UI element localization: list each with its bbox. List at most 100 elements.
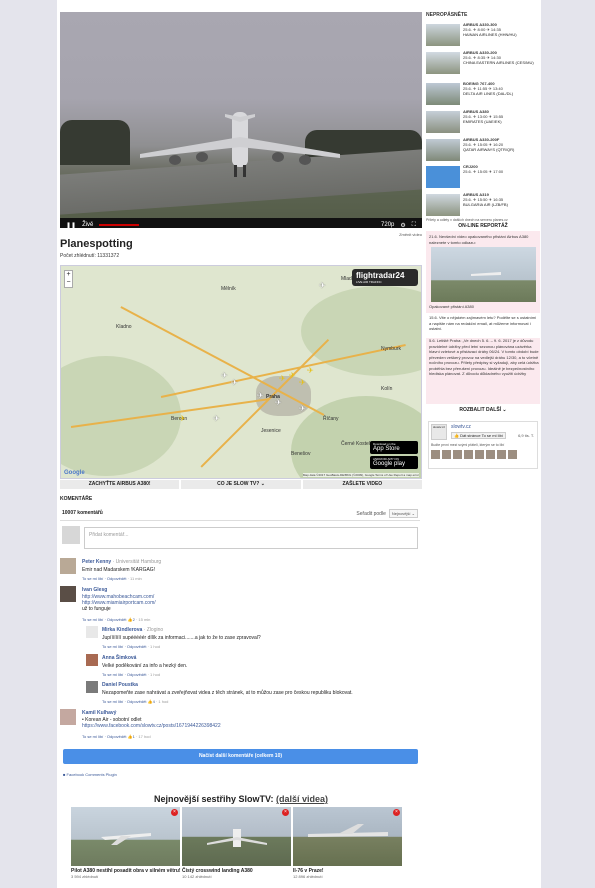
- flight-item[interactable]: AIRBUS A319 25.6. ✈ 15:50 ✈ 16:35 BULGAR…: [426, 192, 540, 219]
- avatar[interactable]: [486, 450, 495, 459]
- plane-icon[interactable]: ✈: [279, 374, 286, 383]
- like-page-button[interactable]: 👍 Dát stránce To se mi líbí: [451, 432, 506, 439]
- settings-icon[interactable]: ⚙: [400, 222, 405, 229]
- avatar: [86, 654, 98, 666]
- flight-info: CRJ200 25.6. ✈ 15:05 ✈ 17:00: [463, 164, 503, 174]
- avatar[interactable]: [431, 450, 440, 459]
- avatar[interactable]: [508, 450, 517, 459]
- airplane-image: [308, 824, 388, 837]
- comment-author[interactable]: Ivan Glesg: [82, 587, 107, 593]
- change-video-link[interactable]: Změnit video: [399, 232, 422, 237]
- comment-meta: To se mi líbí · Odpovědět 👍2 · 15 min: [82, 617, 150, 622]
- tab-send-video[interactable]: ZAŠLETE VIDEO: [302, 480, 422, 489]
- video-thumbnail[interactable]: ×: [71, 807, 180, 866]
- like-reply-links[interactable]: To se mi líbí · Odpovědět: [102, 644, 146, 649]
- sort-select[interactable]: Nejnovější ⌄: [388, 509, 418, 518]
- departure-icon: ✈: [473, 169, 477, 174]
- video-thumbnail[interactable]: ×: [293, 807, 402, 866]
- close-icon[interactable]: ×: [171, 809, 178, 816]
- related-video[interactable]: × Čistý crosswind landing A380 10 142 zh…: [182, 807, 291, 879]
- comment-time: · 15 min: [135, 617, 151, 622]
- author-name[interactable]: Peter Kenny: [82, 559, 111, 565]
- avatar[interactable]: [453, 450, 462, 459]
- comment-author[interactable]: Kamil Kulhavý: [82, 710, 116, 716]
- page-name[interactable]: slowtv.cz: [451, 424, 471, 430]
- close-icon[interactable]: ×: [393, 809, 400, 816]
- comment-extra: už to funguje: [82, 606, 111, 612]
- flight-item[interactable]: AIRBUS A330-300 25.6. ✈ 8:00 ✈ 14:35 HAI…: [426, 22, 540, 49]
- video-controls: ❚❚ Živě 720p ⚙ ⛶: [60, 218, 422, 228]
- comment-author[interactable]: Anna Šimková: [102, 655, 136, 661]
- like-reply-links[interactable]: To se mi líbí · Odpovědět: [82, 734, 126, 739]
- quality-label[interactable]: 720p: [381, 222, 394, 228]
- plane-icon[interactable]: ✈: [179, 414, 186, 423]
- video-thumbnail[interactable]: ×: [182, 807, 291, 866]
- app-store-badge[interactable]: Download on the App Store: [370, 441, 418, 454]
- avatar[interactable]: [464, 450, 473, 459]
- like-reply-links[interactable]: To se mi líbí · Odpovědět: [82, 617, 126, 622]
- related-video[interactable]: × Pilot A380 nestihl posadit obra v siln…: [71, 807, 181, 879]
- plane-icon[interactable]: ✈: [289, 371, 296, 380]
- flights-note-link[interactable]: Přílety a odlety v dalších dnech na serv…: [426, 218, 508, 222]
- plugin-label[interactable]: Facebook Comments Plugin: [67, 772, 117, 777]
- flight-item[interactable]: CRJ200 25.6. ✈ 15:05 ✈ 17:00: [426, 164, 540, 191]
- avatar[interactable]: [442, 450, 451, 459]
- plane-icon[interactable]: ✈: [257, 391, 264, 400]
- report-caption[interactable]: Opakované přistání A380: [429, 304, 539, 310]
- report-entry: 5.6. Letiště Praha: „Ve dnech 5. 6. – 9.…: [429, 338, 539, 376]
- comment-author[interactable]: Peter Kenny · Universität Hamburg: [82, 559, 161, 565]
- fullscreen-icon[interactable]: ⛶: [412, 222, 416, 229]
- avatar[interactable]: [497, 450, 506, 459]
- report-thumbnail[interactable]: [431, 247, 536, 302]
- flight-map[interactable]: Kladno Praha Beroun Benešov Kolín Mělník…: [60, 265, 422, 479]
- like-count: 2: [132, 617, 135, 622]
- plane-icon[interactable]: ✈: [213, 414, 220, 423]
- flight-item[interactable]: AIRBUS A330-200 25.6. ✈ 8:35 ✈ 14:30 CHI…: [426, 50, 540, 77]
- like-reply-links[interactable]: To se mi líbí · Odpovědět: [82, 576, 126, 581]
- view-count: Počet zhlédnutí: 11331372: [60, 253, 120, 259]
- author-name[interactable]: Mirka Kindlerova: [102, 627, 142, 633]
- comment-link[interactable]: https://www.facebook.com/slowtv.cz/posts…: [82, 723, 221, 729]
- like-reply-links[interactable]: To se mi líbí · Odpovědět: [102, 699, 146, 704]
- flight-item[interactable]: AIRBUS A380 25.6. ✈ 13:00 ✈ 15:55 EMIRAT…: [426, 109, 540, 136]
- tab-slow-tv[interactable]: CO JE SLOW TV? ⌄: [181, 480, 301, 489]
- comment-meta: To se mi líbí · Odpovědět · 1 hod: [102, 672, 160, 677]
- load-more-comments-button[interactable]: Načíst další komentáře (celkem 10): [63, 749, 418, 764]
- avatar[interactable]: [475, 450, 484, 459]
- google-play-badge[interactable]: ANDROID APP ON Google play: [370, 456, 418, 469]
- comment-input[interactable]: Přidat komentář...: [84, 527, 418, 549]
- flight-item[interactable]: AIRBUS A330-200F 25.6. ✈ 15:05 ✈ 16:20 Q…: [426, 137, 540, 164]
- avatar: [86, 681, 98, 693]
- plane-icon[interactable]: ✈: [221, 371, 228, 380]
- progress-bar[interactable]: [99, 224, 140, 226]
- facebook-icon: ■: [63, 772, 66, 777]
- flightradar24-logo: flightradar24 LIVE AIR TRAFFIC: [352, 269, 418, 286]
- pause-icon[interactable]: ❚❚: [66, 222, 76, 229]
- comment-meta: To se mi líbí · Odpovědět · 11 min: [82, 576, 142, 581]
- related-video[interactable]: × Il-76 v Praze! 12 896 zhlédnutí: [293, 807, 402, 879]
- plane-icon[interactable]: ✈: [231, 378, 238, 387]
- flight-thumbnail: [426, 24, 460, 46]
- plane-icon[interactable]: ✈: [319, 281, 326, 290]
- plane-icon[interactable]: ✈: [307, 366, 314, 375]
- google-play-big: Google play: [373, 461, 406, 467]
- plane-icon[interactable]: ✈: [299, 404, 306, 413]
- live-label: Živě: [82, 222, 94, 228]
- like-reply-links[interactable]: To se mi líbí · Odpovědět: [102, 672, 146, 677]
- airplane-image: [140, 112, 340, 177]
- tab-airbus-a380[interactable]: ZACHYŤTE AIRBUS A380!: [60, 480, 180, 489]
- close-icon[interactable]: ×: [282, 809, 289, 816]
- expand-more-button[interactable]: ROZBALIT DALŠÍ ⌄: [426, 407, 540, 413]
- comment-meta: To se mi líbí · Odpovědět · 1 hod: [102, 644, 160, 649]
- plane-icon[interactable]: ✈: [275, 398, 282, 407]
- zoom-out-button[interactable]: −: [65, 279, 72, 287]
- zoom-in-button[interactable]: +: [65, 271, 72, 279]
- video-views: 10 142 zhlédnutí: [182, 874, 212, 879]
- facebook-comments-plugin-link[interactable]: ■ Facebook Comments Plugin: [63, 772, 117, 777]
- comment-author[interactable]: Daniel Poustka: [102, 682, 138, 688]
- plane-icon[interactable]: ✈: [299, 378, 306, 387]
- video-player[interactable]: ❚❚ Živě 720p ⚙ ⛶: [60, 12, 422, 228]
- comment-author[interactable]: Mirka Kindlerova · Zlogino: [102, 627, 163, 633]
- more-videos-link[interactable]: (další videa): [276, 794, 328, 804]
- flight-item[interactable]: BOEING 767-400 25.6. ✈ 11:55 ✈ 13:40 DEL…: [426, 81, 540, 108]
